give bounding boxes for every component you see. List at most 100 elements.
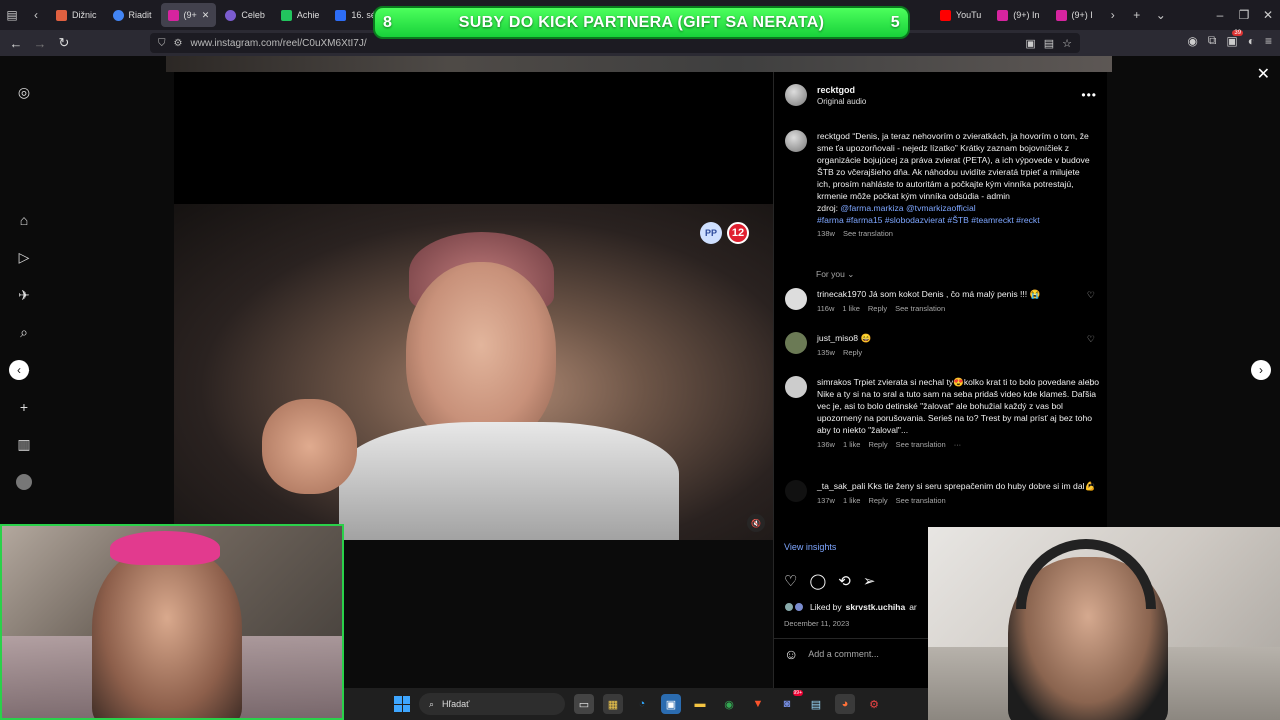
discord-icon[interactable]: ◙ 99+ [777, 690, 803, 714]
comment-likes[interactable]: 1 like [843, 495, 861, 507]
reload-icon[interactable]: ↻ [52, 31, 76, 55]
pp-badge: PP [700, 222, 722, 244]
next-arrow-icon[interactable]: › [1251, 360, 1271, 380]
browser-tab-active[interactable]: (9+ ✕ [160, 3, 217, 27]
extension-icon[interactable]: ▣ 39 [1226, 29, 1244, 48]
like-comment-heart-icon[interactable]: ♡ [1087, 378, 1095, 389]
app-icon[interactable]: ⚙ [864, 694, 884, 714]
author-username[interactable]: recktgod [817, 85, 866, 95]
window-minimize-icon[interactable]: – [1208, 3, 1232, 27]
browser-tab[interactable]: Dižnic [49, 3, 104, 27]
like-comment-heart-icon[interactable]: ♡ [1087, 290, 1095, 301]
caption-mentions[interactable]: @farma.markiza @tvmarkizaofficial [840, 203, 975, 213]
window-close-icon[interactable]: ✕ [1256, 3, 1280, 27]
comment-username[interactable]: just_miso8 [817, 333, 858, 343]
liked-by-user[interactable]: skrvstk.uchiha [846, 602, 906, 612]
photos-icon[interactable]: ▣ [661, 694, 681, 714]
new-tab-icon[interactable]: + [1125, 3, 1149, 27]
browser-tab[interactable]: Achie [274, 3, 327, 27]
bookmark-star-icon[interactable]: ☆ [1062, 37, 1072, 50]
extension-2-icon[interactable]: ◐ [1248, 34, 1255, 48]
like-heart-icon[interactable]: ♡ [784, 572, 797, 590]
windows-start-icon[interactable] [394, 696, 410, 712]
task-view-icon[interactable]: ▭ [574, 694, 594, 714]
store-icon[interactable]: ▦ [603, 694, 623, 714]
shield-icon[interactable]: ⛉ [158, 38, 166, 49]
liked-by-suffix[interactable]: ar [909, 602, 917, 612]
comment-avatar[interactable] [785, 376, 807, 398]
back-icon[interactable]: ← [4, 31, 28, 55]
add-comment-input[interactable]: Add a comment... [808, 649, 879, 659]
account-icon[interactable]: ◉ [1187, 34, 1197, 48]
see-translation-link[interactable]: See translation [895, 303, 945, 315]
file-explorer-icon[interactable]: ▬ [690, 694, 710, 714]
share-send-icon[interactable]: ➢ [863, 572, 876, 590]
tab-dropdown-icon[interactable]: ⌄ [1149, 3, 1173, 27]
pip-icon[interactable]: ▣ [1025, 37, 1035, 50]
insights-icon[interactable]: ▥ [14, 434, 34, 454]
like-comment-heart-icon[interactable]: ♡ [1087, 334, 1095, 345]
permissions-icon[interactable]: ⚙ [174, 38, 183, 49]
comment-more-icon[interactable]: ··· [954, 439, 962, 451]
comment-likes[interactable]: 1 like [842, 303, 860, 315]
reply-button[interactable]: Reply [868, 439, 887, 451]
caption-avatar[interactable] [785, 130, 807, 152]
messages-icon[interactable]: ✈ [14, 285, 34, 305]
tab-close-icon[interactable]: ✕ [202, 10, 210, 21]
more-options-icon[interactable]: ••• [1081, 88, 1097, 102]
comment-username[interactable]: trinecak1970 [817, 289, 866, 299]
comment-avatar[interactable] [785, 288, 807, 310]
chrome-icon[interactable]: ◉ [719, 694, 739, 714]
comment-username[interactable]: _ta_sak_pali [817, 481, 865, 491]
search-icon[interactable]: ⌕ [14, 322, 34, 342]
browser-tab[interactable]: Celeb [218, 3, 272, 27]
url-text[interactable]: www.instagram.com/reel/C0uXM6XtI7J/ [190, 38, 366, 49]
browser-tab[interactable]: (9+) In [990, 3, 1046, 27]
comment-avatar[interactable] [785, 480, 807, 502]
close-modal-icon[interactable]: ✕ [1257, 64, 1270, 84]
extensions-icon[interactable]: ⧉ [1208, 33, 1217, 48]
view-insights-link[interactable]: View insights [784, 542, 836, 552]
menu-icon[interactable]: ≡ [1265, 34, 1272, 48]
comment-avatar[interactable] [785, 332, 807, 354]
firefox-icon[interactable]: ◕ [835, 694, 855, 714]
window-restore-icon[interactable]: ❐ [1232, 3, 1256, 27]
forward-icon[interactable]: → [28, 31, 52, 55]
caption-username[interactable]: recktgod [817, 131, 850, 141]
mute-icon[interactable]: 🔇 [747, 514, 765, 532]
see-translation-link[interactable]: See translation [896, 495, 946, 507]
instagram-logo-icon[interactable]: ◎ [14, 82, 34, 102]
home-icon[interactable]: ⌂ [14, 210, 34, 230]
tab-list-icon[interactable]: ▤ [0, 3, 24, 27]
reader-icon[interactable]: ▤ [1044, 37, 1054, 50]
browser-tab[interactable]: Riadit [106, 3, 159, 27]
reply-button[interactable]: Reply [868, 495, 887, 507]
profile-avatar-icon[interactable] [14, 472, 34, 492]
comments-sort-dropdown[interactable]: For you ⌄ [816, 269, 854, 280]
like-comment-heart-icon[interactable]: ♡ [1087, 482, 1095, 493]
browser-tab[interactable]: YouTu [933, 3, 988, 27]
author-avatar[interactable] [785, 84, 807, 106]
tab-scroll-left-icon[interactable]: ‹ [24, 3, 48, 27]
repost-icon[interactable]: ⟲ [838, 572, 851, 590]
brave-icon[interactable]: ▼ [748, 694, 768, 714]
audio-label[interactable]: Original audio [817, 97, 866, 106]
create-icon[interactable]: + [14, 397, 34, 417]
taskbar-search[interactable]: ⌕ Hľadať [419, 693, 565, 715]
caption-hashtags[interactable]: #farma #farma15 #slobodazvierat #ŠTB #te… [817, 215, 1040, 225]
reply-button[interactable]: Reply [843, 347, 862, 359]
reel-video[interactable]: PP 12 🔇 [174, 72, 773, 540]
reply-button[interactable]: Reply [868, 303, 887, 315]
see-translation-link[interactable]: See translation [896, 439, 946, 451]
edge-icon[interactable]: ◔ [632, 694, 652, 714]
notepad-icon[interactable]: ▤ [806, 694, 826, 714]
comment-likes[interactable]: 1 like [843, 439, 861, 451]
tab-scroll-right-icon[interactable]: › [1101, 3, 1125, 27]
reels-icon[interactable]: ▷ [14, 247, 34, 267]
browser-tab[interactable]: (9+) I [1049, 3, 1100, 27]
see-translation-link[interactable]: See translation [843, 229, 893, 238]
comment-bubble-icon[interactable]: ◯ [809, 572, 826, 590]
previous-arrow-icon[interactable]: ‹ [9, 360, 29, 380]
emoji-icon[interactable]: ☺ [784, 646, 798, 662]
comment-username[interactable]: simrakos [817, 377, 851, 387]
